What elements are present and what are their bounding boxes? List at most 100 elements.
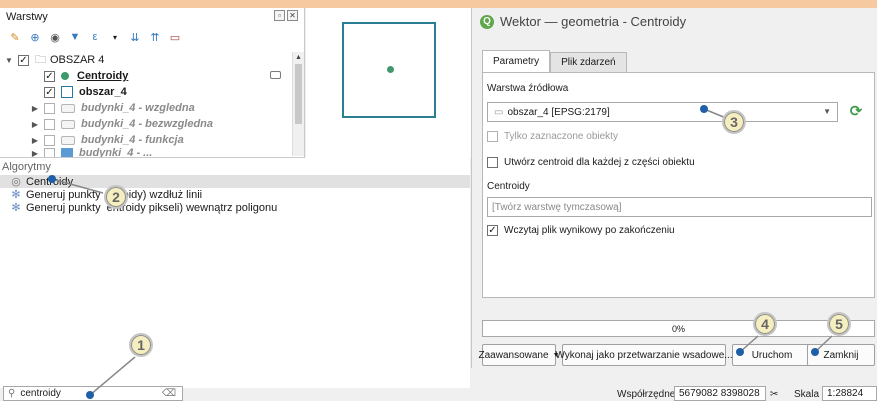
map-canvas[interactable] bbox=[306, 8, 471, 158]
layer-name: obszar_4 bbox=[79, 86, 127, 98]
open-output-label: Wczytaj plik wynikowy po zakończeniu bbox=[504, 225, 675, 236]
gear-icon: ✻ bbox=[11, 189, 21, 201]
each-part-row: Utwórz centroid dla każdej z części obie… bbox=[487, 157, 695, 168]
layer-row-budynki-funkcja[interactable]: ▶ budynki_4 - funkcja bbox=[0, 132, 290, 148]
layer-checkbox[interactable] bbox=[44, 118, 55, 130]
layer-group-row[interactable]: ▼ ✓ 🗀 OBSZAR 4 bbox=[0, 52, 290, 68]
layer-checkbox[interactable]: ✓ bbox=[44, 86, 55, 98]
layer-row-budynki-bezwzgledna[interactable]: ▶ budynki_4 - bezwzgledna bbox=[0, 116, 290, 132]
run-label: Uruchom bbox=[751, 349, 793, 361]
annotation-dot-5 bbox=[811, 348, 819, 356]
dropdown-arrow-icon[interactable]: ▾ bbox=[108, 30, 122, 44]
collapse-all-icon[interactable]: ⇈ bbox=[148, 30, 162, 44]
group-folder-icon: 🗀 bbox=[35, 53, 46, 66]
coordinates-value: 5679082 8398028 bbox=[679, 388, 760, 399]
each-part-label: Utwórz centroid dla każdej z części obie… bbox=[504, 157, 695, 168]
layers-scrollbar[interactable]: ▲ bbox=[292, 52, 304, 156]
layer-checkbox[interactable] bbox=[44, 148, 55, 157]
annotation-dot-1 bbox=[86, 391, 94, 399]
eye-icon[interactable]: ◉ bbox=[48, 30, 62, 44]
selected-only-checkbox[interactable] bbox=[487, 131, 498, 142]
layers-toolbar: ✎ ⊕ ◉ ▼ ε ▾ ⇊ ⇈ ▭ bbox=[8, 30, 182, 44]
layer-row-obszar[interactable]: ✓ obszar_4 bbox=[0, 84, 290, 100]
annotation-marker-5: 5 bbox=[827, 312, 851, 336]
layer-row-budynki-wzgledna[interactable]: ▶ budynki_4 - wzgledna bbox=[0, 100, 290, 116]
group-checkbox[interactable]: ✓ bbox=[18, 54, 29, 66]
annotation-marker-2: 2 bbox=[104, 185, 128, 209]
progress-bar: 0% bbox=[482, 320, 875, 337]
each-part-checkbox[interactable] bbox=[487, 157, 498, 168]
close-panel-icon[interactable]: ✕ bbox=[287, 10, 298, 21]
expand-arrow-icon[interactable]: ▶ bbox=[30, 104, 40, 113]
clear-search-icon[interactable]: ⌫ bbox=[162, 388, 176, 399]
layers-tree: ▼ ✓ 🗀 OBSZAR 4 ✓ Centroidy ✓ obszar_4 ▶ … bbox=[0, 52, 290, 158]
coordinates-field[interactable]: 5679082 8398028 bbox=[674, 386, 766, 401]
scale-value: 1:28824 bbox=[827, 388, 864, 399]
algorithm-label-right: oidy) wzdłuż linii bbox=[122, 188, 203, 201]
advanced-button[interactable]: Zaawansowane ▼ bbox=[478, 344, 560, 366]
scroll-up-icon[interactable]: ▲ bbox=[295, 54, 302, 61]
polygon-symbol-icon bbox=[61, 148, 73, 157]
group-label: OBSZAR 4 bbox=[50, 54, 105, 66]
centroid-point bbox=[387, 66, 394, 73]
layer-checkbox[interactable]: ✓ bbox=[44, 70, 55, 82]
output-input[interactable]: [Twórz warstwę tymczasową] bbox=[487, 197, 872, 217]
dialog-title: Wektor — geometria - Centroidy bbox=[500, 14, 687, 29]
tab-parameters[interactable]: Parametry bbox=[482, 50, 551, 72]
dialog-tabs: Parametry Plik zdarzeń bbox=[482, 50, 627, 72]
batch-button[interactable]: Wykonaj jako przetwarzanie wsadowe... bbox=[555, 344, 733, 366]
chevron-down-icon[interactable]: ▼ bbox=[823, 107, 831, 116]
expand-arrow-icon[interactable]: ▶ bbox=[30, 136, 40, 145]
dialog-title-bar: Q Wektor — geometria - Centroidy bbox=[480, 14, 686, 29]
layer-name: budynki_4 - ... bbox=[79, 148, 153, 158]
expand-all-icon[interactable]: ⇊ bbox=[128, 30, 142, 44]
filter-icon[interactable]: ▼ bbox=[68, 30, 82, 44]
add-group-icon[interactable]: ⊕ bbox=[28, 30, 42, 44]
collapse-arrow-icon[interactable]: ▼ bbox=[4, 56, 14, 65]
annotation-dot-3 bbox=[700, 105, 708, 113]
centroid-icon: ◎ bbox=[11, 176, 21, 188]
scale-field[interactable]: 1:28824 bbox=[822, 386, 877, 401]
float-panel-icon[interactable]: ▫ bbox=[274, 10, 285, 21]
open-output-checkbox[interactable]: ✓ bbox=[487, 225, 498, 236]
run-button[interactable]: Uruchom bbox=[732, 344, 812, 366]
algorithm-item-pixel-centroids[interactable]: ✻ Generuj punkty entroidy pikseli) wewną… bbox=[0, 201, 470, 215]
scale-label: Skala bbox=[794, 389, 820, 400]
advanced-label: Zaawansowane bbox=[478, 349, 549, 361]
layer-name: budynki_4 - bezwzgledna bbox=[81, 118, 214, 130]
algorithm-item-centroidy[interactable]: ◎ Centroidy bbox=[0, 175, 470, 188]
magnifier-icon[interactable]: ✂ bbox=[770, 389, 778, 400]
search-icon: ⚲ bbox=[8, 388, 16, 399]
layer-name: Centroidy bbox=[77, 70, 129, 82]
window-top-strip bbox=[0, 0, 877, 8]
expand-arrow-icon[interactable]: ▶ bbox=[30, 120, 40, 129]
layer-checkbox[interactable] bbox=[44, 134, 55, 146]
layer-checkbox[interactable] bbox=[44, 102, 55, 114]
progress-text: 0% bbox=[671, 323, 685, 334]
open-output-row: ✓ Wczytaj plik wynikowy po zakończeniu bbox=[487, 225, 675, 236]
scrollbar-thumb[interactable] bbox=[295, 64, 302, 124]
layer-row-budynki-partial[interactable]: ▶ budynki_4 - ... bbox=[0, 148, 290, 158]
expand-arrow-icon[interactable]: ▶ bbox=[30, 149, 40, 158]
layer-indicator-icon[interactable] bbox=[270, 71, 281, 79]
annotation-dot-2 bbox=[48, 175, 56, 183]
iterate-features-icon[interactable]: ⟳ bbox=[847, 104, 865, 120]
remove-layer-icon[interactable]: ▭ bbox=[168, 30, 182, 44]
qgis-logo-icon: Q bbox=[480, 14, 494, 29]
expression-filter-icon[interactable]: ε bbox=[88, 30, 102, 44]
selected-only-row: Tylko zaznaczone obiekty bbox=[487, 131, 618, 142]
polygon-symbol-icon bbox=[61, 86, 73, 98]
output-label: Centroidy bbox=[487, 181, 530, 192]
polygon-symbol-icon bbox=[61, 103, 75, 113]
close-label: Zamknij bbox=[823, 349, 859, 361]
centroids-dialog: Q Wektor — geometria - Centroidy Paramet… bbox=[471, 8, 877, 368]
paint-style-icon[interactable]: ✎ bbox=[8, 30, 22, 44]
source-layer-combo[interactable]: ▭ obszar_4 [EPSG:2179] ▼ bbox=[487, 102, 838, 122]
algorithm-label-left: Generuj punkty bbox=[26, 201, 101, 214]
layer-row-centroidy[interactable]: ✓ Centroidy bbox=[0, 68, 290, 84]
algorithm-item-line-centroids[interactable]: ✻ Generuj punkty oidy) wzdłuż linii bbox=[0, 188, 470, 202]
output-placeholder: [Twórz warstwę tymczasową] bbox=[492, 201, 622, 213]
panel-title-buttons: ▫ ✕ bbox=[274, 10, 298, 21]
toolbox-header: Algorytmy bbox=[2, 161, 51, 173]
tab-log[interactable]: Plik zdarzeń bbox=[550, 52, 627, 72]
